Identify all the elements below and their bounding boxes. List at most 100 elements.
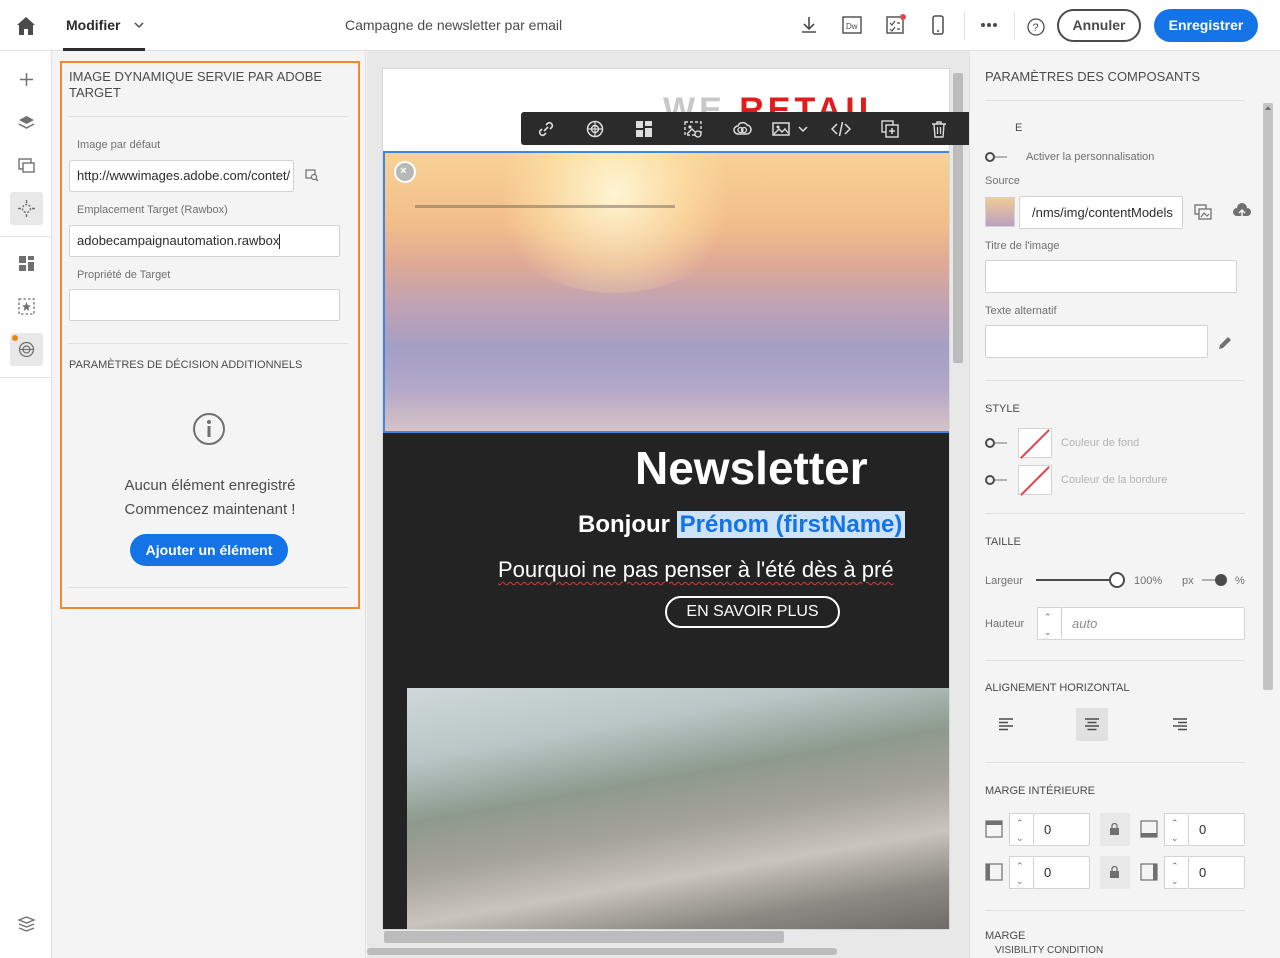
modify-menu[interactable]: Modifier <box>66 0 120 51</box>
padding-bottom-input[interactable]: 0 <box>1188 813 1245 846</box>
fragments-button[interactable] <box>10 192 43 225</box>
mobile-preview-icon[interactable] <box>927 14 949 36</box>
home-icon[interactable] <box>14 14 38 38</box>
dreamweaver-icon[interactable]: Dw <box>841 14 863 36</box>
divider <box>68 116 348 117</box>
add-element-button[interactable]: Ajouter un élément <box>130 534 288 566</box>
code-icon[interactable] <box>831 119 851 139</box>
default-image-input[interactable]: http://wwwimages.adobe.com/contet/ <box>69 160 294 192</box>
learn-more-button[interactable]: EN SAVOIR PLUS <box>665 596 840 628</box>
layers-button[interactable] <box>10 106 43 139</box>
toolbar-divider <box>964 12 965 40</box>
height-stepper[interactable]: ⌃ ⌄ <box>1037 607 1061 640</box>
more-icon[interactable] <box>978 14 1000 36</box>
source-input[interactable]: /nms/img/contentModels <box>1019 196 1183 229</box>
padding-right-input[interactable]: 0 <box>1188 856 1245 889</box>
structure-button[interactable] <box>10 247 43 280</box>
padding-left-icon <box>985 863 1003 881</box>
height-input[interactable]: auto <box>1061 607 1245 640</box>
remove-component-icon[interactable] <box>394 161 416 183</box>
width-slider-track[interactable] <box>1036 579 1116 581</box>
browse-assets-icon[interactable] <box>1194 203 1212 221</box>
edit-pencil-icon[interactable] <box>1216 334 1234 352</box>
panel-scrollbar[interactable] <box>1263 103 1273 690</box>
firstname-field[interactable]: Prénom (firstName) <box>676 511 906 538</box>
upload-cloud-icon[interactable] <box>1232 201 1252 221</box>
assets-button[interactable] <box>10 149 43 182</box>
target-property-label: Propriété de Target <box>77 269 171 281</box>
target-location-value: adobecampaignautomation.rawbox <box>77 233 280 248</box>
image-title-label: Titre de l'image <box>985 240 1060 252</box>
mountain-image[interactable] <box>407 688 949 929</box>
alt-text-input[interactable] <box>985 325 1208 358</box>
padding-section-title: MARGE INTÉRIEURE <box>985 785 1096 797</box>
unit-toggle-handle[interactable] <box>1215 574 1227 586</box>
hero-image-selected[interactable] <box>383 151 949 433</box>
image-title-input[interactable] <box>985 260 1237 293</box>
padding-top-input[interactable]: 0 <box>1033 813 1090 846</box>
checklist-icon[interactable] <box>884 14 906 36</box>
target-location-label: Emplacement Target (Rawbox) <box>77 204 228 216</box>
chevron-down-icon[interactable] <box>133 19 145 31</box>
link-icon[interactable] <box>536 119 556 139</box>
padding-right-icon <box>1140 863 1158 881</box>
padding-lock-vertical[interactable] <box>1100 813 1130 846</box>
padding-left-input[interactable]: 0 <box>1033 856 1090 889</box>
delete-icon[interactable] <box>929 119 949 139</box>
svg-text:?: ? <box>1033 22 1039 34</box>
left-rail <box>0 51 52 958</box>
rail-divider <box>0 236 52 237</box>
document-title: Campagne de newsletter par email <box>345 17 563 33</box>
align-left-icon <box>999 718 1013 731</box>
personalize-toggle[interactable] <box>985 152 1009 162</box>
save-button[interactable]: Enregistrer <box>1154 9 1258 42</box>
border-color-toggle[interactable] <box>985 475 1009 485</box>
image-settings-icon[interactable] <box>683 119 703 139</box>
border-color-swatch[interactable] <box>1018 465 1052 495</box>
creative-cloud-icon[interactable] <box>732 119 752 139</box>
align-right-icon <box>1173 718 1187 731</box>
width-slider-handle[interactable] <box>1109 572 1125 588</box>
browse-image-icon[interactable] <box>305 168 319 182</box>
padding-bottom-stepper[interactable]: ⌃ ⌄ <box>1164 813 1188 846</box>
target-icon[interactable] <box>585 119 605 139</box>
padding-top-stepper[interactable]: ⌃ ⌄ <box>1009 813 1033 846</box>
target-location-input[interactable]: adobecampaignautomation.rawbox <box>69 225 340 257</box>
target-icon <box>18 341 35 358</box>
horizontal-align-title: ALIGNEMENT HORIZONTAL <box>985 682 1130 694</box>
canvas-horizontal-scrollbar[interactable] <box>384 931 784 943</box>
scroll-up-icon[interactable] <box>1263 103 1273 113</box>
padding-left-stepper[interactable]: ⌃ ⌄ <box>1009 856 1033 889</box>
duplicate-icon[interactable] <box>880 119 900 139</box>
padding-lock-horizontal[interactable] <box>1100 856 1130 889</box>
fragments-icon <box>18 200 35 217</box>
personalization-button[interactable] <box>10 290 43 323</box>
align-right-button[interactable] <box>1164 708 1196 741</box>
layers-icon <box>18 116 35 129</box>
toolbar-divider <box>1014 12 1015 40</box>
chevron-down-icon[interactable] <box>797 119 809 139</box>
tagline-text[interactable]: Pourquoi ne pas penser à l'été dès à pré <box>498 557 894 583</box>
cancel-button[interactable]: Annuler <box>1057 9 1141 42</box>
align-left-button[interactable] <box>990 708 1022 741</box>
align-center-button[interactable] <box>1076 708 1108 741</box>
divider <box>985 910 1245 911</box>
greeting-line[interactable]: Bonjour Prénom (firstName) <box>578 511 906 539</box>
settings-button[interactable] <box>10 909 43 942</box>
background-color-toggle[interactable] <box>985 438 1009 448</box>
page-horizontal-scrollbar[interactable] <box>367 948 837 955</box>
padding-right-stepper[interactable]: ⌃ ⌄ <box>1164 856 1188 889</box>
target-property-input[interactable] <box>69 289 340 321</box>
text-cursor <box>279 234 281 250</box>
top-bar: Modifier Campagne de newsletter par emai… <box>0 0 1280 51</box>
rail-divider <box>0 377 52 378</box>
help-icon[interactable]: ? <box>1025 16 1047 38</box>
download-icon[interactable] <box>798 14 820 36</box>
hero-pier <box>415 205 675 208</box>
add-button[interactable] <box>10 63 43 96</box>
newsletter-title[interactable]: Newsletter <box>635 441 868 495</box>
style-section-title: STYLE <box>985 403 1020 415</box>
background-color-swatch[interactable] <box>1018 428 1052 458</box>
layout-icon[interactable] <box>634 119 654 139</box>
image-icon[interactable] <box>771 119 791 139</box>
